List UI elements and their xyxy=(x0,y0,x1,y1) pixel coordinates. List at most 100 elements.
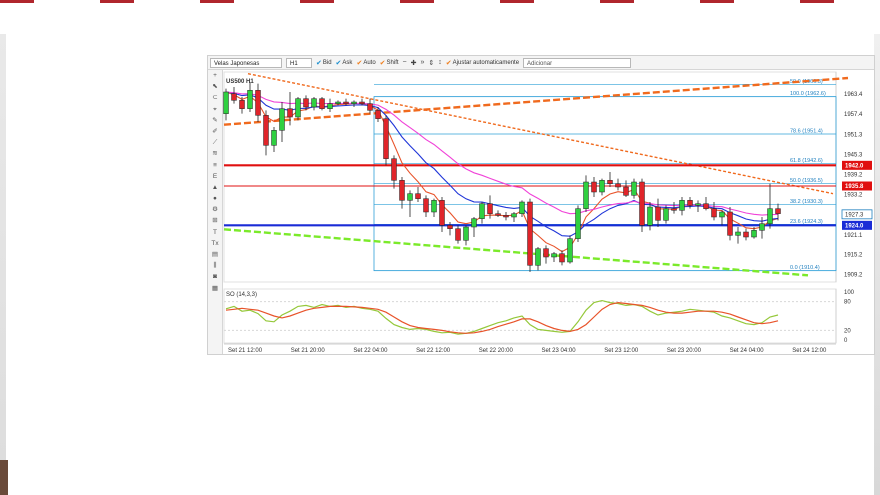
y-tick-label: 1915.2 xyxy=(844,253,863,259)
price-tag-label: 1924.0 xyxy=(845,223,864,229)
fibonacci-level-label: 23.6 (1924.3) xyxy=(790,219,823,225)
tab-strip-accent xyxy=(300,0,334,3)
candle-body xyxy=(391,158,397,181)
date-tick-label: Set 24 04:00 xyxy=(730,348,765,354)
candle-body xyxy=(775,208,781,214)
candle-body xyxy=(607,180,613,184)
candle-body xyxy=(415,193,421,199)
candle-body xyxy=(735,231,741,236)
left-panel-edge xyxy=(0,34,6,495)
tab-strip-accent xyxy=(200,0,234,3)
candle-body xyxy=(743,231,749,238)
candle-body xyxy=(311,98,317,108)
tab-strip-accent xyxy=(700,0,734,3)
candle-body xyxy=(447,225,453,229)
window-top-strip xyxy=(0,0,880,34)
candle-body xyxy=(359,101,365,104)
candle-body xyxy=(535,248,541,266)
candle-body xyxy=(231,93,237,101)
tab-strip-accent xyxy=(400,0,434,3)
stochastic-pane: 100 80 20 0 xyxy=(223,288,855,344)
candle-body xyxy=(479,203,485,219)
candle-body xyxy=(511,213,517,218)
date-tick-label: Set 21 20:00 xyxy=(291,348,326,354)
candle-body xyxy=(575,208,581,239)
fibonacci-level-label: 38.2 (1930.3) xyxy=(790,199,823,205)
candle-body xyxy=(615,183,621,188)
candle-body xyxy=(287,108,293,118)
candle-body xyxy=(351,101,357,104)
candle-body xyxy=(655,206,661,221)
fibonacci-level-label: 100.0 (1962.6) xyxy=(790,91,826,97)
candle-body xyxy=(407,193,413,201)
fibonacci-level-label: 61.8 (1942.6) xyxy=(790,158,823,164)
stochastic-label: SO (14,3,3) xyxy=(226,292,257,298)
candle-body xyxy=(503,215,509,218)
price-tag-label: 1942.0 xyxy=(845,163,864,169)
tab-strip-accent xyxy=(800,0,834,3)
stochastic-tick-label: 100 xyxy=(844,290,855,296)
candle-body xyxy=(527,201,533,266)
date-tick-label: Set 23 12:00 xyxy=(604,348,639,354)
chart-window: Velas Japonesas H1 ✔ Bid ✔ Ask ✔ Auto ✔ Shif… xyxy=(207,55,875,355)
candle-body xyxy=(487,203,493,214)
candle-body xyxy=(399,180,405,201)
candle-body xyxy=(711,208,717,218)
y-tick-label: 1957.4 xyxy=(844,112,863,118)
y-tick-label: 1933.2 xyxy=(844,193,863,199)
date-tick-label: Set 22 12:00 xyxy=(416,348,451,354)
fibonacci-level-label: 50.0 (1936.5) xyxy=(790,178,823,184)
candle-body xyxy=(591,181,597,193)
candle-body xyxy=(559,253,565,263)
candle-body xyxy=(247,90,253,109)
candle-body xyxy=(319,98,325,109)
candle-body xyxy=(687,200,693,206)
candle-body xyxy=(303,98,309,108)
date-axis: Set 21 12:00 Set 21 20:00 Set 22 04:00 Set … xyxy=(224,343,836,354)
candle xyxy=(319,97,325,111)
candle xyxy=(383,115,389,166)
candle-body xyxy=(327,103,333,109)
candle-body xyxy=(663,208,669,221)
candle-body xyxy=(263,115,269,146)
candle-body xyxy=(343,101,349,104)
candle-body xyxy=(335,101,341,104)
price-tag-label: 1927.3 xyxy=(845,212,864,218)
date-tick-label: Set 24 12:00 xyxy=(792,348,827,354)
chart-canvas[interactable]: 1963.4 1957.4 1951.3 1945.3 1939.2 1933.2 1927… xyxy=(208,56,874,354)
candle xyxy=(575,205,581,242)
candle-body xyxy=(631,181,637,196)
tab-strip-accent xyxy=(100,0,134,3)
date-tick-label: Set 23 04:00 xyxy=(542,348,577,354)
stochastic-tick-label: 0 xyxy=(844,338,848,344)
candle-body xyxy=(279,108,285,131)
tab-strip-accent xyxy=(600,0,634,3)
candle-body xyxy=(543,248,549,258)
candle-body xyxy=(471,218,477,228)
candle xyxy=(527,198,533,272)
y-tick-label: 1921.1 xyxy=(844,233,863,239)
candle-body xyxy=(295,98,301,118)
fibonacci-level-label: 0.0 (1910.4) xyxy=(790,265,820,271)
candle-body xyxy=(703,203,709,209)
candle-body xyxy=(767,208,773,224)
candle-body xyxy=(519,201,525,214)
candle-body xyxy=(495,213,501,216)
price-pane: 1963.4 1957.4 1951.3 1945.3 1939.2 1933.2 1927… xyxy=(223,71,873,283)
candle-body xyxy=(383,118,389,159)
y-tick-label: 1909.2 xyxy=(844,273,863,279)
fibonacci-level-label: 78.6 (1951.4) xyxy=(790,129,823,135)
candle-body xyxy=(439,200,445,226)
candle-body xyxy=(223,91,229,114)
left-panel-handle xyxy=(0,460,8,495)
date-tick-label: Set 23 20:00 xyxy=(667,348,702,354)
candle-body xyxy=(639,181,645,226)
tab-strip-accent xyxy=(0,0,34,3)
candle-body xyxy=(431,200,437,213)
candle xyxy=(727,207,733,241)
candle-body xyxy=(599,180,605,193)
candle-body xyxy=(271,130,277,146)
y-tick-label: 1939.2 xyxy=(844,173,863,179)
y-tick-label: 1945.3 xyxy=(844,152,863,158)
candle xyxy=(295,97,301,121)
